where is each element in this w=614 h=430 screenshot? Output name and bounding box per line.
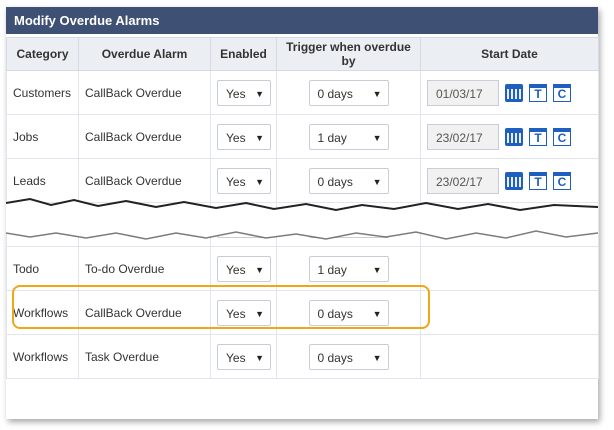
- start-date-input[interactable]: 23/02/17: [427, 123, 499, 150]
- alarm-label: CallBack Overdue: [85, 85, 182, 100]
- table-row: Leads CallBack Overdue Yes ▼ 0 days ▼ 23/0…: [6, 158, 599, 203]
- start-date-cell: 23/02/17 T C: [420, 158, 599, 203]
- trigger-select[interactable]: 0 days ▼: [308, 343, 389, 370]
- torn-edge: [6, 197, 598, 240]
- calendar-icon[interactable]: [505, 171, 523, 190]
- enabled-value: Yes: [226, 262, 246, 277]
- category-label: Workflows: [13, 349, 69, 364]
- column-header-enabled: Enabled: [210, 37, 277, 71]
- enabled-cell: Yes ▼: [210, 114, 277, 159]
- column-header-category: Category: [6, 37, 79, 71]
- table-header-row: Category Overdue Alarm Enabled Trigger w…: [6, 37, 599, 71]
- todo-row-highlight: [12, 285, 430, 329]
- category-label: Customers: [13, 85, 72, 100]
- category-cell: Workflows: [6, 334, 79, 379]
- category-label: Todo: [13, 261, 40, 276]
- trigger-value: 1 day: [317, 130, 347, 145]
- today-button-icon[interactable]: T: [529, 171, 547, 190]
- table-row: Workflows Task Overdue Yes ▼ 0 days ▼: [6, 334, 599, 379]
- category-label: Leads: [13, 173, 46, 188]
- start-date-input[interactable]: 01/03/17: [427, 79, 499, 106]
- clear-button-icon[interactable]: C: [553, 171, 571, 190]
- trigger-cell: 0 days ▼: [276, 158, 421, 203]
- trigger-value: 0 days: [317, 350, 353, 365]
- alarm-cell: CallBack Overdue: [78, 158, 211, 203]
- column-header-trigger: Trigger when overdue by: [276, 37, 421, 71]
- trigger-cell: 1 day ▼: [276, 114, 421, 159]
- enabled-cell: Yes ▼: [210, 70, 277, 115]
- category-cell: Jobs: [6, 114, 79, 159]
- chevron-down-icon: ▼: [372, 176, 382, 187]
- today-button-icon[interactable]: T: [529, 127, 547, 146]
- alarm-cell: CallBack Overdue: [78, 114, 211, 159]
- chevron-down-icon: ▼: [255, 264, 264, 275]
- column-header-overdue-alarm: Overdue Alarm: [78, 37, 211, 71]
- start-date-input[interactable]: 23/02/17: [427, 167, 499, 194]
- start-date-cell: [420, 246, 599, 291]
- enabled-value: Yes: [226, 130, 246, 145]
- category-cell: Leads: [6, 158, 79, 203]
- enabled-select[interactable]: Yes ▼: [217, 123, 271, 150]
- alarm-label: To-do Overdue: [85, 261, 165, 276]
- trigger-cell: 1 day ▼: [276, 246, 421, 291]
- table-row: Jobs CallBack Overdue Yes ▼ 1 day ▼ 23/02/…: [6, 114, 599, 159]
- chevron-down-icon: ▼: [372, 264, 382, 275]
- alarm-cell: To-do Overdue: [78, 246, 211, 291]
- chevron-down-icon: ▼: [255, 132, 264, 143]
- start-date-cell: 23/02/17 T C: [420, 114, 599, 159]
- trigger-value: 0 days: [317, 174, 353, 189]
- trigger-select[interactable]: 1 day ▼: [308, 255, 389, 282]
- enabled-value: Yes: [226, 350, 246, 365]
- category-cell: Customers: [6, 70, 79, 115]
- enabled-value: Yes: [226, 174, 246, 189]
- chevron-down-icon: ▼: [372, 88, 382, 99]
- enabled-cell: Yes ▼: [210, 334, 277, 379]
- chevron-down-icon: ▼: [372, 352, 382, 363]
- enabled-cell: Yes ▼: [210, 246, 277, 291]
- table-row: Todo To-do Overdue Yes ▼ 1 day ▼: [6, 246, 599, 291]
- enabled-cell: Yes ▼: [210, 158, 277, 203]
- trigger-value: 0 days: [317, 86, 353, 101]
- enabled-select[interactable]: Yes ▼: [217, 79, 271, 106]
- table-row: Customers CallBack Overdue Yes ▼ 0 days ▼ …: [6, 70, 599, 115]
- enabled-select[interactable]: Yes ▼: [217, 255, 271, 282]
- enabled-select[interactable]: Yes ▼: [217, 167, 271, 194]
- calendar-icon[interactable]: [505, 127, 523, 146]
- trigger-select[interactable]: 0 days ▼: [308, 167, 389, 194]
- overdue-alarms-panel: Modify Overdue Alarms Category Overdue A…: [6, 7, 599, 419]
- calendar-icon[interactable]: [505, 83, 523, 102]
- trigger-select[interactable]: 1 day ▼: [308, 123, 389, 150]
- clear-button-icon[interactable]: C: [553, 127, 571, 146]
- column-header-start-date: Start Date: [420, 37, 599, 71]
- start-date-cell: [420, 334, 599, 379]
- start-date-cell: [420, 290, 599, 335]
- panel-title: Modify Overdue Alarms: [6, 7, 598, 34]
- trigger-cell: 0 days ▼: [276, 334, 421, 379]
- clear-button-icon[interactable]: C: [553, 83, 571, 102]
- start-date-cell: 01/03/17 T C: [420, 70, 599, 115]
- chevron-down-icon: ▼: [255, 88, 264, 99]
- chevron-down-icon: ▼: [255, 352, 264, 363]
- alarm-cell: Task Overdue: [78, 334, 211, 379]
- trigger-select[interactable]: 0 days ▼: [308, 79, 389, 106]
- alarm-label: Task Overdue: [85, 349, 160, 364]
- category-label: Jobs: [13, 129, 39, 144]
- chevron-down-icon: ▼: [255, 176, 264, 187]
- enabled-value: Yes: [226, 86, 246, 101]
- category-cell: Todo: [6, 246, 79, 291]
- chevron-down-icon: ▼: [372, 132, 382, 143]
- today-button-icon[interactable]: T: [529, 83, 547, 102]
- trigger-value: 1 day: [317, 262, 347, 277]
- enabled-select[interactable]: Yes ▼: [217, 343, 271, 370]
- alarm-label: CallBack Overdue: [85, 173, 182, 188]
- alarm-label: CallBack Overdue: [85, 129, 182, 144]
- alarm-cell: CallBack Overdue: [78, 70, 211, 115]
- trigger-cell: 0 days ▼: [276, 70, 421, 115]
